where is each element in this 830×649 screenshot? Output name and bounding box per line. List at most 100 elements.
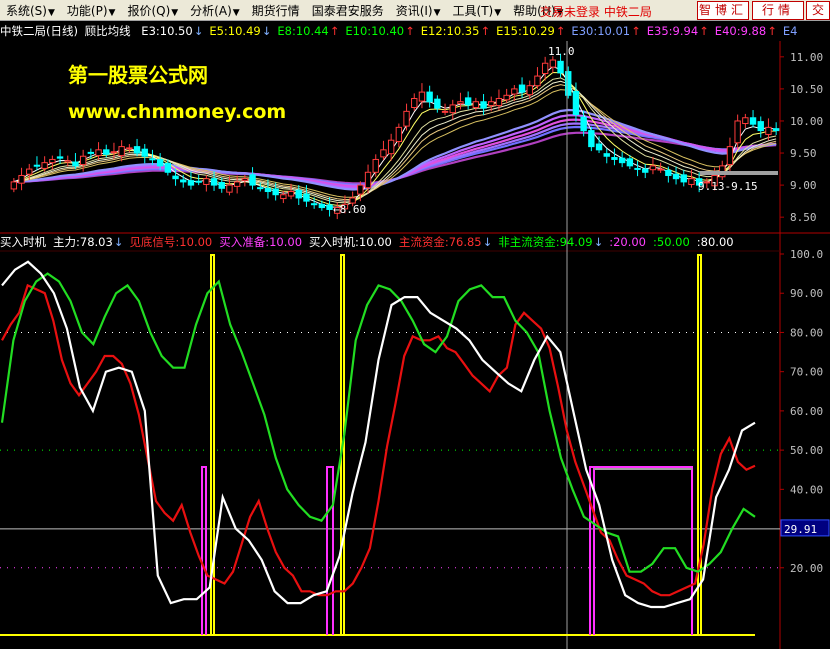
price-tick-label: 9.50 [790,147,817,160]
candle-body [233,181,241,187]
candle-body [318,203,326,209]
candle-body [287,191,295,197]
candle-body [56,156,64,159]
candle-body [618,157,626,164]
candle-body [634,167,641,170]
candle-body [110,151,118,154]
indicator-legend-item: 主力:78.03 [53,235,113,249]
price-tick-label: 10.50 [790,83,823,96]
candle-body [680,174,687,183]
indicator-tick-label: 60.00 [790,405,823,418]
stock-chart[interactable]: 11.00 10.50 10.00 9.50 9.00 8.50 11.0 ←8.60 9.13… [0,0,830,649]
candle-body [457,101,464,105]
candle-body [357,184,364,195]
candle-body [380,149,387,158]
candle-body [603,153,610,157]
cursor-value-label: 29.91 [784,523,817,536]
price-tick-label: 8.50 [790,211,817,224]
candle-body [303,193,310,202]
candle-body [172,175,179,180]
candle-body [665,169,672,176]
arrow-down-icon: ↓ [593,235,604,249]
candle-body [495,98,503,107]
candle-body [411,98,418,108]
candle-body [426,91,433,103]
series-line-2 [1,260,756,609]
indicator-tick-label: 40.00 [790,483,823,496]
indicator-legend-item: 主流资金:76.85 [398,235,482,249]
candle-body [218,182,225,189]
indicator-legend-item: 非主流资金:94.09 [498,235,593,249]
series-line-0 [1,283,756,597]
candle-body [757,121,764,132]
candle-body [626,158,634,167]
arrow-down-icon: ↓ [482,235,493,249]
high-price-label: 11.0 [548,45,575,58]
candle-body [580,116,587,132]
price-tick-label: 10.00 [790,115,823,128]
candle-body [765,126,772,135]
candle-body [434,98,441,109]
candle-body [541,62,549,75]
candle-body [41,162,48,169]
candle-body [472,101,480,108]
candle-body [518,84,526,93]
candle-body [203,178,210,185]
indicator-tick-label: 90.00 [790,287,823,300]
candle-body [195,180,202,183]
range-price-label: 9.13-9.15 [698,180,758,193]
candle-body [10,181,18,190]
candle-body [449,104,456,114]
candle-body [503,94,510,101]
candle-body [488,101,495,107]
candle-body [141,148,148,157]
buy-prepare-signal [326,466,334,635]
indicator-legend-item: :80.00 [696,235,734,249]
candle-body [72,161,79,167]
candle-body [87,151,95,154]
candle-body [272,188,279,196]
indicator-tick-label: 50.00 [790,444,823,457]
candle-body [480,101,487,109]
candle-body [526,85,533,96]
candle-body [387,139,395,155]
candle-body [595,143,603,151]
candle-body [126,147,133,150]
ema-line-50 [13,125,777,186]
candle-body [642,168,649,173]
candle-body [49,158,56,164]
candle-body [264,187,272,193]
candle-body [403,110,410,127]
candle-body [241,178,249,182]
candle-body [156,158,164,167]
candle-body [588,130,595,148]
candle-body [742,117,749,125]
candle-body [688,178,695,185]
candle-body [249,174,256,186]
watermark-title: 第一股票公式网 [68,63,208,87]
watermark-url: www.chnmoney.com [68,101,286,123]
candle-body [257,187,264,190]
candle-body [611,157,618,160]
candle-body [534,75,541,87]
candle-body [118,146,125,157]
indicator-legend-item: 买入时机:10.00 [309,235,392,249]
candle-body [464,97,472,106]
arrow-down-icon: ↓ [113,235,124,249]
candle-body [549,59,557,68]
price-tick-label: 9.00 [790,179,817,192]
candle-body [726,146,734,166]
candle-body [310,203,318,206]
candle-body [734,120,741,144]
candle-body [210,178,218,186]
candle-body [26,168,33,175]
low-price-label: ←8.60 [333,203,366,216]
candle-body [180,179,187,183]
indicator-tick-label: 80.00 [790,326,823,339]
indicator-legend-bar: 买入时机 主力:78.03↓ 见底信号:10.00 买入准备:10.00 买入时机:10… [0,233,790,251]
candle-body [326,204,333,210]
indicator-legend-item: 买入准备:10.00 [219,235,303,249]
candle-body [149,158,156,161]
indicator-legend-item: 见底信号:10.00 [129,235,213,249]
candle-body [103,149,110,155]
